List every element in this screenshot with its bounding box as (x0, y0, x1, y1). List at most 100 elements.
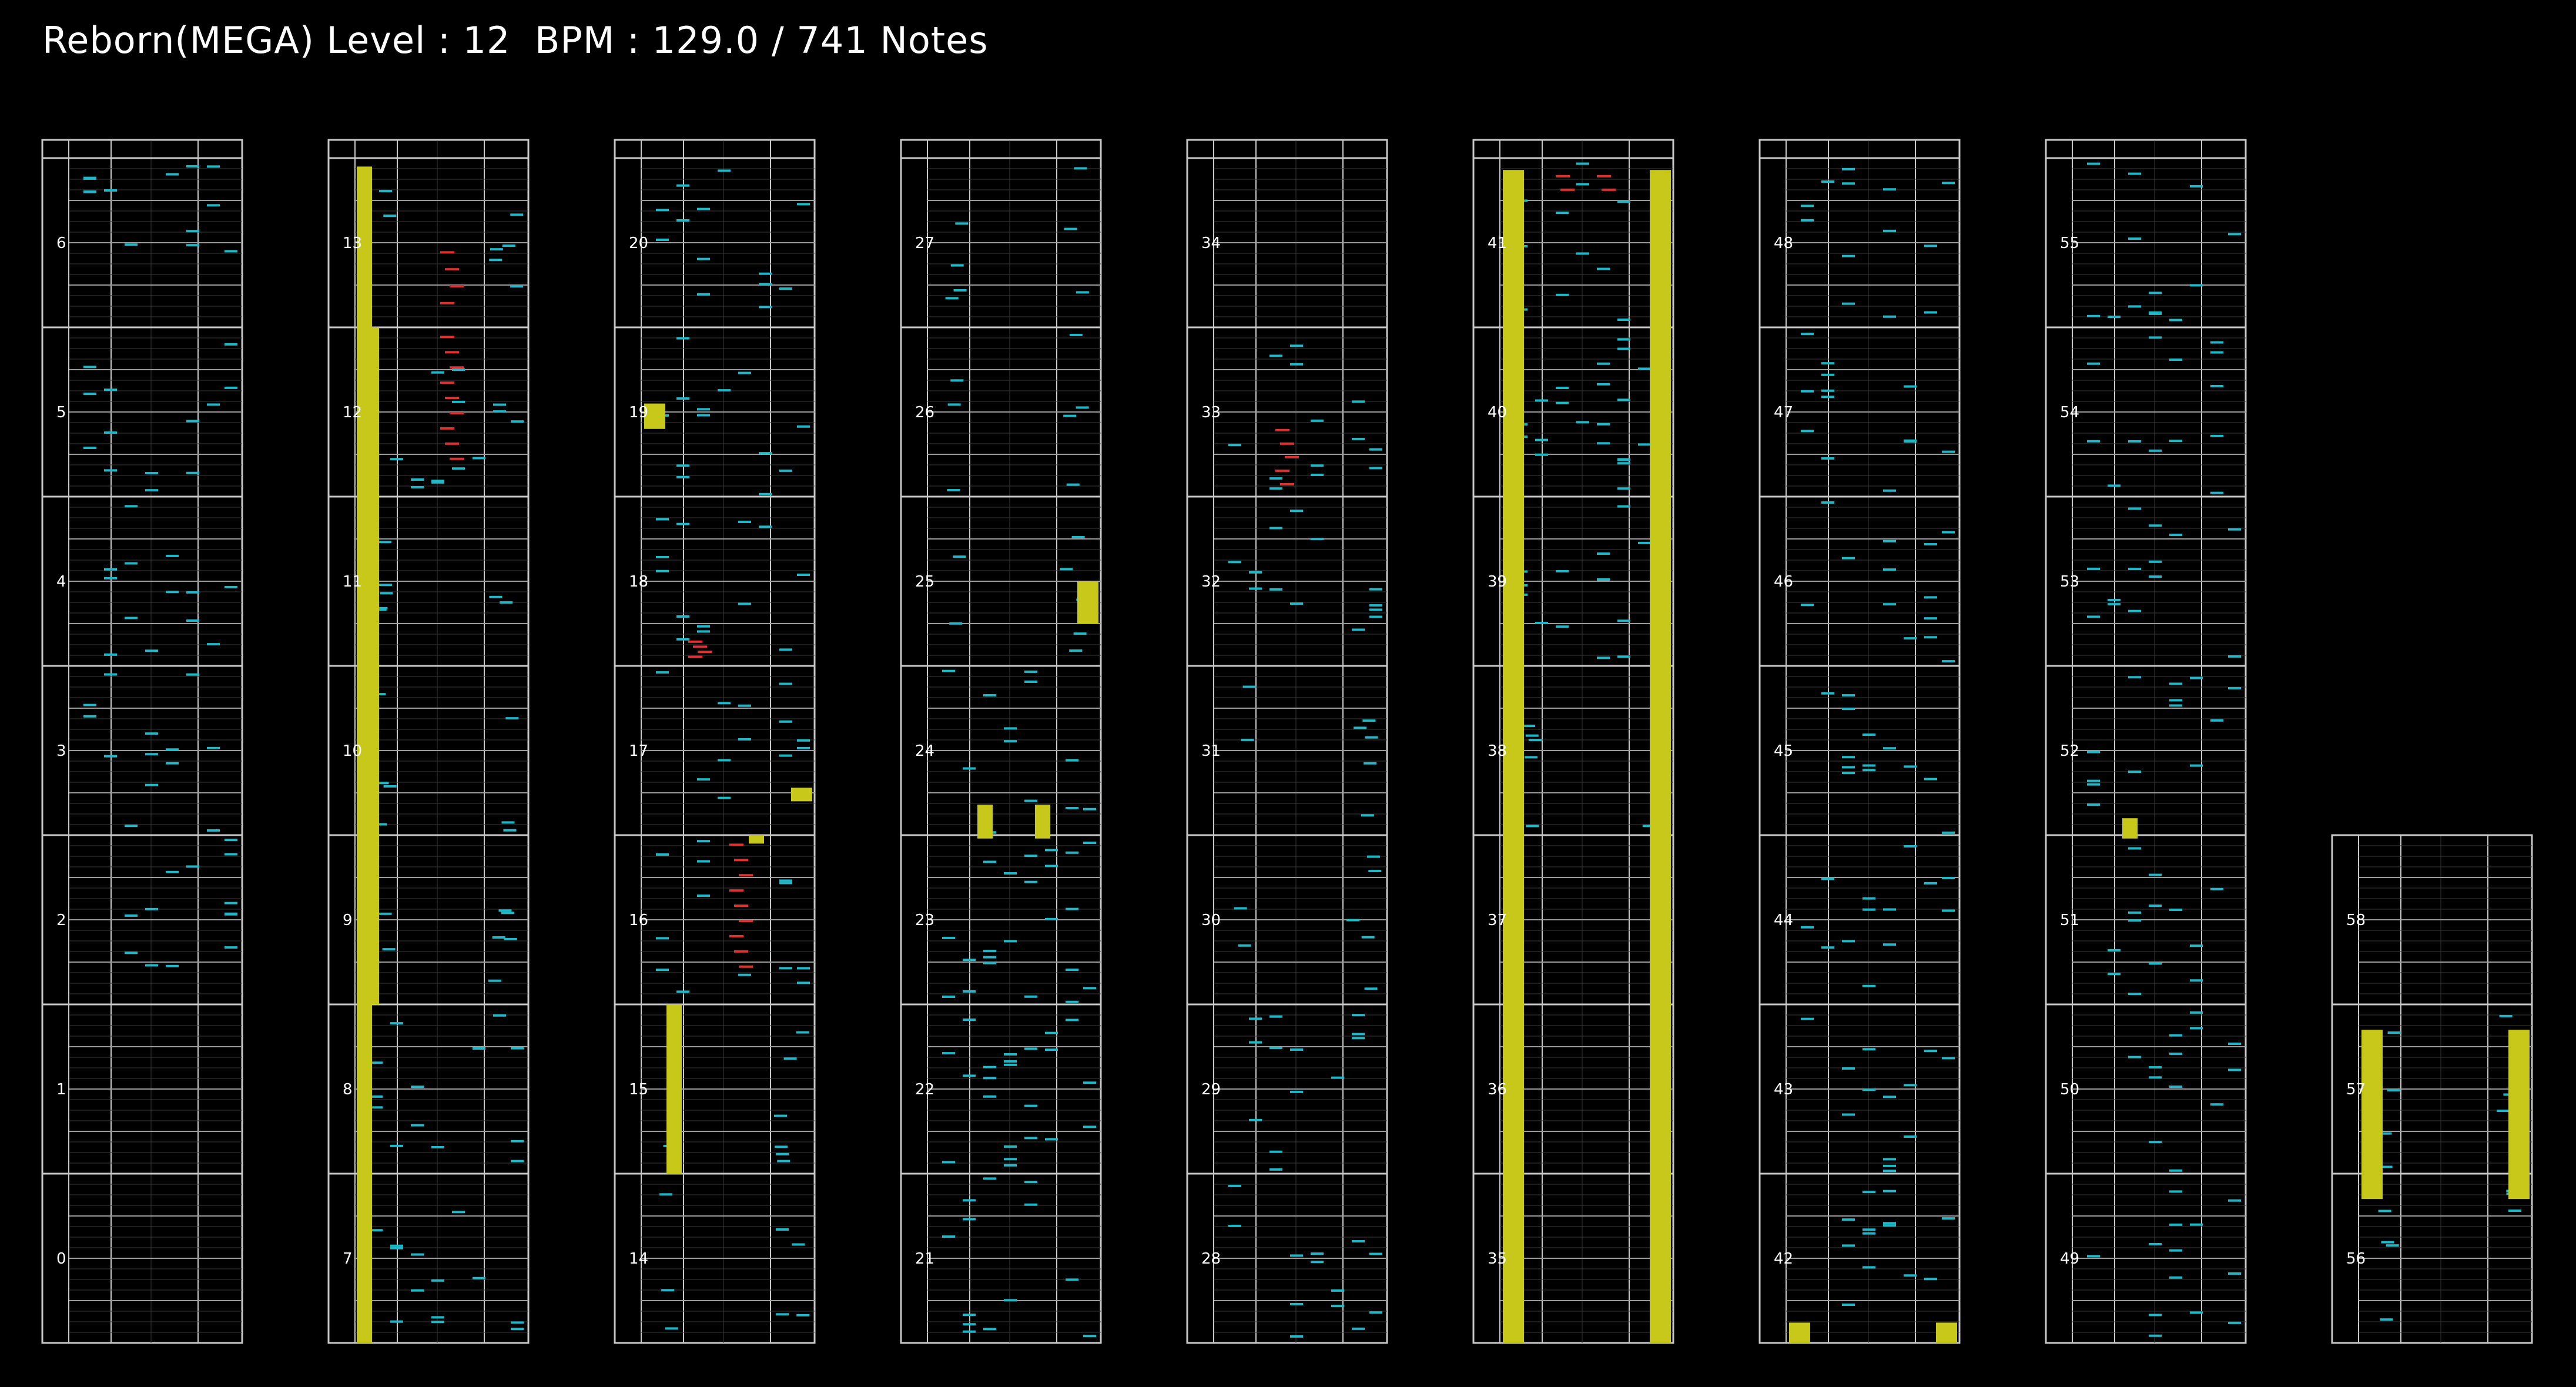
tap-note (2169, 682, 2182, 685)
tap-note (2228, 233, 2241, 236)
tap-note (1060, 568, 1073, 571)
tap-note (1801, 205, 1814, 207)
tap-note (1576, 162, 1589, 165)
measure-number: 54 (2060, 404, 2079, 421)
tap-note (797, 574, 810, 577)
tap-note (1842, 167, 1855, 170)
measure-number: 7 (343, 1250, 353, 1268)
slide-note (445, 442, 459, 445)
tap-note (104, 673, 117, 676)
tap-note (1004, 1158, 1017, 1161)
tap-note (1083, 1081, 1096, 1084)
tap-note (942, 669, 955, 672)
tap-note (983, 860, 996, 863)
tap-note (2108, 603, 2121, 606)
tap-note (2169, 440, 2182, 443)
tap-note (950, 379, 964, 382)
tap-note (1290, 1048, 1303, 1051)
tap-note (225, 912, 237, 915)
tap-note (697, 625, 710, 628)
tap-note (656, 853, 669, 856)
tap-note (1617, 347, 1630, 350)
tap-note (125, 505, 138, 508)
tap-note (431, 1145, 444, 1148)
measure-number: 46 (1774, 573, 1793, 591)
measure-number: 26 (915, 404, 934, 421)
tap-note (431, 480, 444, 483)
tap-note (1331, 1305, 1344, 1308)
tap-note (1883, 229, 1896, 232)
tap-note (2087, 615, 2100, 618)
tap-note (697, 414, 710, 417)
tap-note (1904, 637, 1917, 640)
tap-note (104, 469, 117, 472)
measure-number: 48 (1774, 234, 1793, 252)
tap-note (697, 408, 710, 411)
tap-note (1238, 944, 1251, 947)
tap-note (1617, 462, 1630, 465)
tap-note (1576, 183, 1589, 186)
tap-note (1234, 907, 1247, 910)
tap-note (186, 471, 199, 474)
slide-note (445, 268, 459, 271)
tap-note (1004, 1063, 1017, 1066)
measure-number: 11 (343, 573, 362, 591)
tap-note (1069, 334, 1083, 337)
tap-note (490, 248, 503, 251)
tap-note (1883, 568, 1896, 571)
tap-note (1064, 227, 1077, 230)
tap-note (738, 371, 751, 374)
tap-note (1024, 855, 1037, 857)
tap-note (225, 585, 237, 588)
tap-note (1228, 1184, 1241, 1187)
tap-note (2228, 655, 2241, 658)
tap-note (1024, 799, 1037, 802)
tap-note (1904, 765, 1917, 768)
tap-note (775, 1228, 789, 1231)
tap-note (1924, 311, 1937, 314)
tap-note (2169, 1034, 2182, 1037)
slide-note (1275, 428, 1289, 431)
tap-note (2087, 1255, 2100, 1258)
tap-note (1369, 448, 1382, 451)
tap-note (1863, 1048, 1875, 1051)
tap-note (2087, 779, 2100, 782)
measure-number: 22 (915, 1081, 934, 1098)
tap-note (452, 368, 465, 371)
measure-number: 34 (1201, 234, 1221, 252)
slide-note (1602, 188, 1616, 191)
tap-note (676, 475, 689, 478)
hold-note (2361, 1030, 2383, 1200)
tap-note (166, 748, 179, 751)
tap-note (411, 1124, 424, 1127)
tap-note (225, 853, 237, 856)
tap-note (493, 403, 506, 406)
tap-note (676, 464, 689, 467)
tap-note (1924, 636, 1937, 639)
tap-note (953, 289, 967, 292)
tap-note (186, 619, 199, 622)
slide-note (440, 336, 454, 339)
tap-note (1069, 649, 1083, 652)
tap-note (1597, 578, 1610, 581)
tap-note (383, 785, 397, 788)
tap-note (1045, 849, 1058, 852)
tap-note (777, 1160, 790, 1162)
tap-note (145, 649, 158, 652)
tap-note (676, 522, 689, 525)
tap-note (2169, 1052, 2182, 1055)
tap-note (1924, 1050, 1937, 1053)
tap-note (1083, 842, 1096, 845)
tap-note (1863, 897, 1875, 900)
tap-note (1842, 182, 1855, 185)
tap-note (1269, 477, 1282, 480)
tap-note (656, 238, 669, 241)
tap-note (225, 250, 237, 253)
tap-note (1024, 880, 1037, 883)
tap-note (2087, 362, 2100, 365)
tap-note (83, 366, 96, 368)
tap-note (1045, 1138, 1058, 1141)
tap-note (1842, 940, 1855, 943)
tap-note (1004, 1164, 1017, 1167)
tap-note (1883, 1158, 1896, 1161)
